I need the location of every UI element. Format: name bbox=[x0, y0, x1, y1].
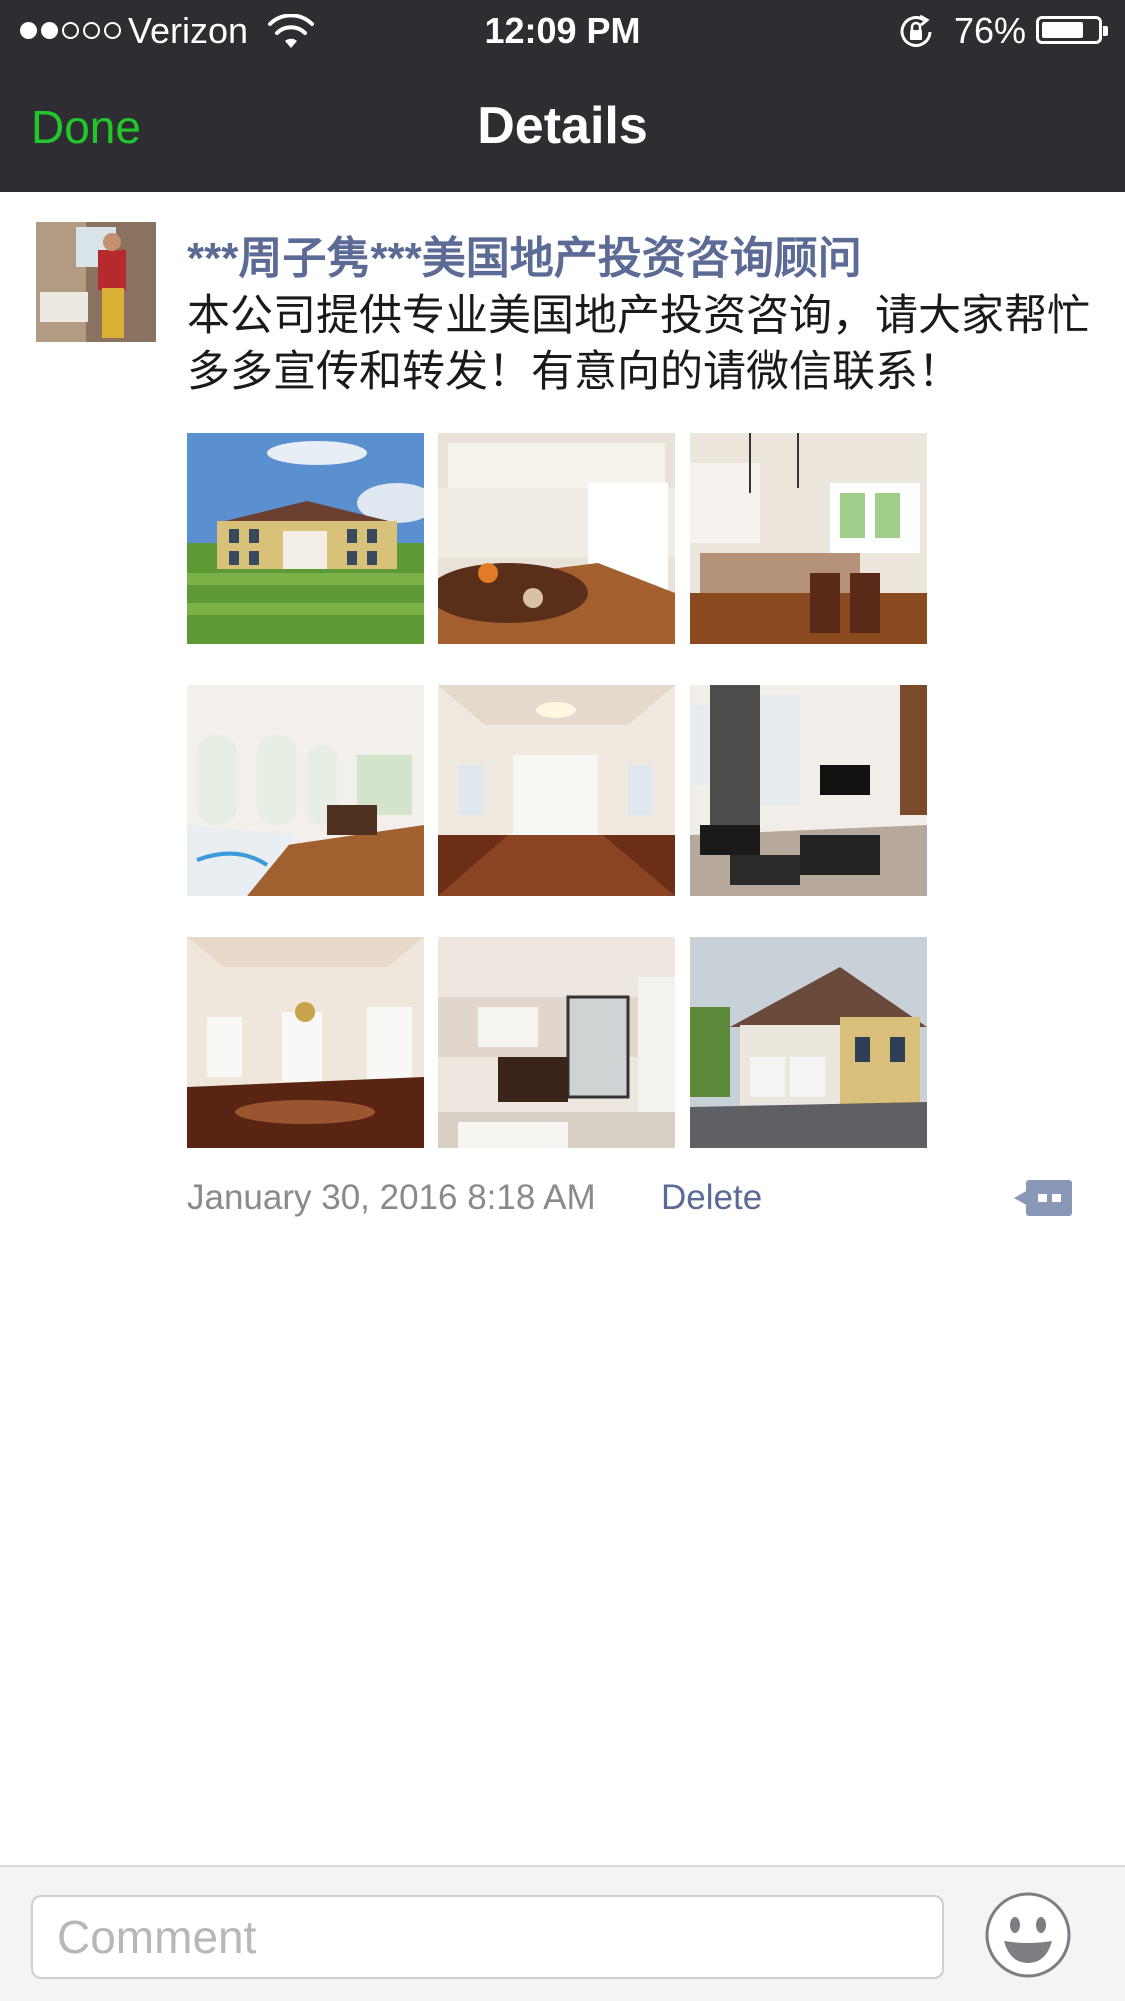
post-photo[interactable] bbox=[187, 937, 424, 1148]
status-bar: Verizon 12:09 PM 76% bbox=[0, 0, 1125, 62]
emoji-icon[interactable] bbox=[984, 1891, 1072, 1979]
post-photo[interactable] bbox=[690, 685, 927, 896]
post-author-name[interactable]: ***周子隽***美国地产投资咨询顾问 bbox=[187, 222, 862, 286]
post-photo[interactable] bbox=[187, 685, 424, 896]
post-photo[interactable] bbox=[438, 937, 675, 1148]
battery-percent: 76% bbox=[954, 10, 1027, 51]
post-timestamp: January 30, 2016 8:18 AM bbox=[187, 1178, 596, 1217]
post-photo[interactable] bbox=[690, 937, 927, 1148]
comment-input[interactable] bbox=[31, 1895, 944, 1979]
comment-bar bbox=[0, 1865, 1125, 2001]
delete-button[interactable]: Delete bbox=[661, 1178, 762, 1218]
top-bar: Verizon 12:09 PM 76% Done Details bbox=[0, 0, 1125, 192]
rotation-lock-icon bbox=[900, 14, 932, 47]
battery-icon bbox=[1036, 16, 1108, 44]
post-photo[interactable] bbox=[187, 433, 424, 644]
post-photo[interactable] bbox=[438, 685, 675, 896]
page-title: Details bbox=[477, 97, 648, 155]
post-text: 本公司提供专业美国地产投资咨询，请大家帮忙多多宣传和转发！有意向的请微信联系！ bbox=[187, 292, 1090, 396]
post-photo[interactable] bbox=[690, 433, 927, 644]
avatar[interactable] bbox=[36, 222, 156, 342]
comment-icon[interactable] bbox=[1014, 1176, 1074, 1220]
post-photo[interactable] bbox=[438, 433, 675, 644]
